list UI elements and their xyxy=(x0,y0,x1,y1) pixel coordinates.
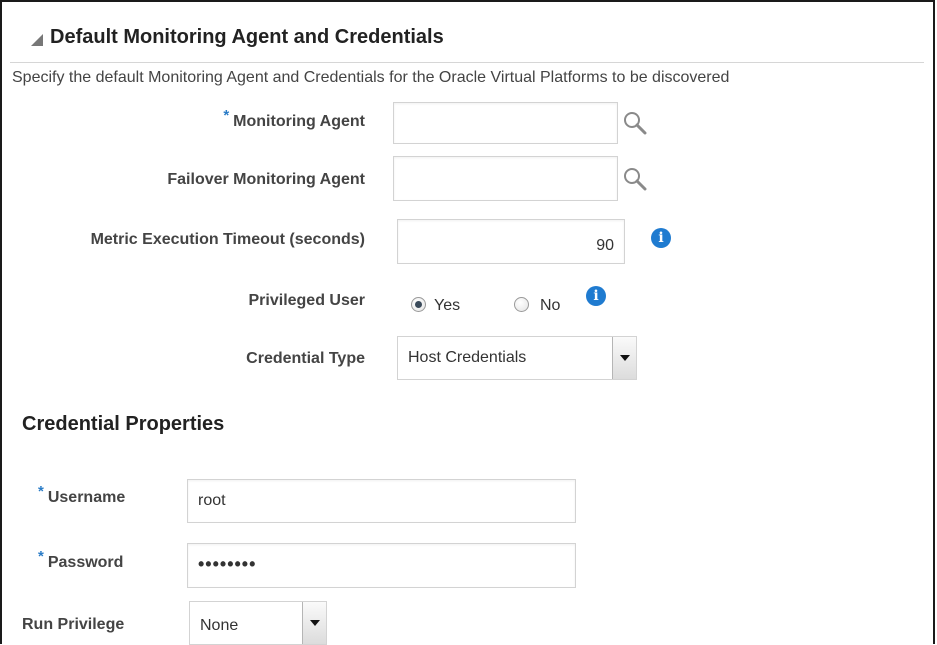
info-icon[interactable]: i xyxy=(651,228,671,248)
timeout-label: Metric Execution Timeout (seconds) xyxy=(90,231,365,248)
required-indicator: * xyxy=(38,548,44,565)
chevron-down-icon[interactable] xyxy=(302,602,326,644)
failover-agent-input[interactable] xyxy=(393,156,618,201)
monitoring-agent-label: * Monitoring Agent xyxy=(223,107,365,130)
failover-agent-label: Failover Monitoring Agent xyxy=(167,171,365,188)
section-title: Default Monitoring Agent and Credentials xyxy=(50,26,444,48)
info-icon[interactable]: i xyxy=(586,286,606,306)
username-input[interactable] xyxy=(187,479,576,523)
disclosure-triangle-icon[interactable] xyxy=(30,33,44,47)
credential-properties-title: Credential Properties xyxy=(22,413,225,435)
search-icon[interactable] xyxy=(622,166,648,192)
run-privilege-select[interactable]: None xyxy=(189,601,327,645)
required-indicator: * xyxy=(38,483,44,500)
required-indicator: * xyxy=(223,107,230,124)
privileged-user-no-label[interactable]: No xyxy=(540,297,560,315)
privileged-user-label: Privileged User xyxy=(248,292,366,309)
credential-type-value: Host Credentials xyxy=(408,349,527,366)
section-description: Specify the default Monitoring Agent and… xyxy=(12,69,730,86)
username-label: * Username xyxy=(38,483,126,506)
run-privilege-value: None xyxy=(200,617,239,634)
timeout-input[interactable] xyxy=(397,219,625,264)
password-label: * Password xyxy=(38,548,124,571)
privileged-user-yes-label[interactable]: Yes xyxy=(434,297,460,315)
search-icon[interactable] xyxy=(622,110,648,136)
section-divider xyxy=(10,62,924,63)
password-input[interactable]: •••••••• xyxy=(187,543,576,588)
privileged-user-yes-radio[interactable] xyxy=(411,297,426,312)
monitoring-agent-input[interactable] xyxy=(393,102,618,144)
credential-type-label: Credential Type xyxy=(246,350,365,367)
credential-type-select[interactable]: Host Credentials xyxy=(397,336,637,380)
privileged-user-no-radio[interactable] xyxy=(514,297,529,312)
run-privilege-label: Run Privilege xyxy=(22,616,125,633)
chevron-down-icon[interactable] xyxy=(612,337,636,379)
